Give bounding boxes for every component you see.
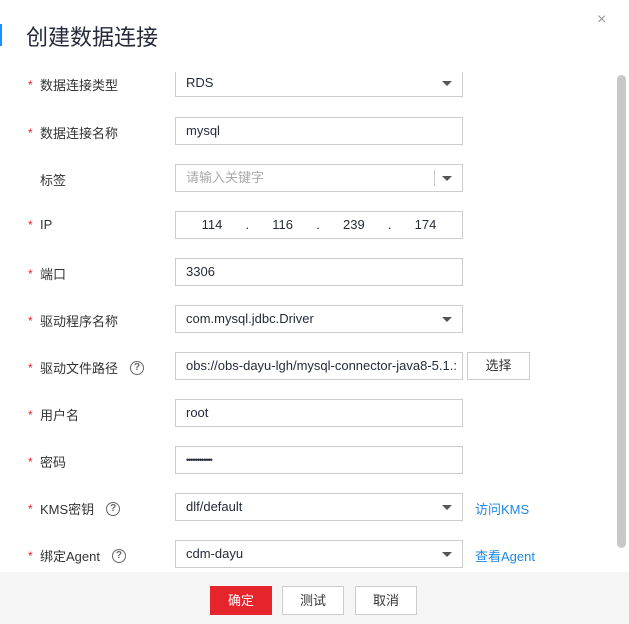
ip-octet-4[interactable]: 174 [415,212,437,238]
driver-path-input[interactable]: obs://obs-dayu-lgh/mysql-connector-java8… [175,352,463,380]
ip-dot: . [316,217,320,232]
driver-label: 驱动程序名称 [40,314,119,329]
agent-select[interactable]: cdm-dayu [175,540,463,568]
required-icon: * [28,501,33,516]
cancel-button[interactable]: 取消 [355,586,417,615]
help-icon[interactable]: ? [106,501,121,516]
name-label: 数据连接名称 [40,126,119,141]
row-agent: * 绑定Agent? cdm-dayu 查看Agent [0,540,629,568]
row-driver: * 驱动程序名称 com.mysql.jdbc.Driver [0,305,629,333]
chevron-down-icon [442,317,452,322]
form-body: * 数据连接类型 RDS * 数据连接名称 mysql 标签 请输入关键字 * IP … [0,72,629,572]
type-label: 数据连接类型 [40,78,119,93]
username-input[interactable]: root [175,399,463,427]
required-icon: * [28,454,33,469]
test-button[interactable]: 测试 [282,586,344,615]
chevron-down-icon [442,81,452,86]
driver-value: com.mysql.jdbc.Driver [186,311,314,326]
confirm-button[interactable]: 确定 [210,586,272,615]
ip-octet-1[interactable]: 114 [202,212,223,238]
dialog-footer: 确定 测试 取消 [0,572,629,624]
type-value: RDS [186,75,214,90]
driver-path-label: 驱动文件路径 [40,361,119,376]
chevron-down-icon [442,505,452,510]
scrollbar[interactable] [617,75,626,548]
title-accent [0,24,2,46]
kms-label: KMS密钥 [40,502,95,517]
ip-label: IP [40,217,53,232]
required-icon: * [28,407,33,422]
row-name: * 数据连接名称 mysql [0,117,629,145]
required-icon: * [28,125,33,140]
kms-value: dlf/default [186,499,243,514]
required-icon: * [28,360,33,375]
ip-octet-3[interactable]: 239 [343,212,365,238]
required-icon: * [28,313,33,328]
agent-value: cdm-dayu [186,546,244,561]
ip-dot: . [245,217,250,232]
password-input[interactable]: •••••••••••• [175,446,463,474]
required-icon: * [28,548,33,563]
name-input[interactable]: mysql [175,117,463,145]
port-label: 端口 [40,267,67,282]
kms-select[interactable]: dlf/default [175,493,463,521]
chevron-down-icon[interactable] [442,176,452,181]
row-type: * 数据连接类型 RDS [0,72,629,97]
visit-kms-link[interactable]: 访问KMS [475,499,529,518]
row-kms: * KMS密钥? dlf/default 访问KMS [0,493,629,521]
tag-placeholder: 请输入关键字 [186,170,265,185]
row-username: * 用户名 root [0,399,629,427]
row-tag: 标签 请输入关键字 [0,164,629,192]
row-driver-path: * 驱动文件路径? obs://obs-dayu-lgh/mysql-connec… [0,352,629,380]
ip-dot: . [387,217,392,232]
driver-select[interactable]: com.mysql.jdbc.Driver [175,305,463,333]
help-icon[interactable]: ? [130,360,145,375]
port-input[interactable]: 3306 [175,258,463,286]
select-file-button[interactable]: 选择 [467,352,530,380]
type-select[interactable]: RDS [175,72,463,97]
required-icon: * [28,266,33,281]
username-label: 用户名 [40,408,80,423]
row-port: * 端口 3306 [0,258,629,286]
required-icon: * [28,217,33,232]
close-icon[interactable]: × [597,11,606,29]
dialog-title: 创建数据连接 [26,25,159,50]
ip-octet-2[interactable]: 116 [272,212,293,238]
row-ip: * IP 114. 116. 239. 174 [0,211,629,239]
help-icon[interactable]: ? [111,548,126,563]
password-label: 密码 [40,455,67,470]
ip-input[interactable]: 114. 116. 239. 174 [175,211,463,239]
row-password: * 密码 •••••••••••• [0,446,629,474]
required-icon: * [28,77,33,92]
chevron-down-icon [442,552,452,557]
agent-label: 绑定Agent [40,549,100,564]
tag-input[interactable]: 请输入关键字 [175,164,463,192]
tag-label: 标签 [40,173,67,188]
view-agent-link[interactable]: 查看Agent [475,546,535,565]
